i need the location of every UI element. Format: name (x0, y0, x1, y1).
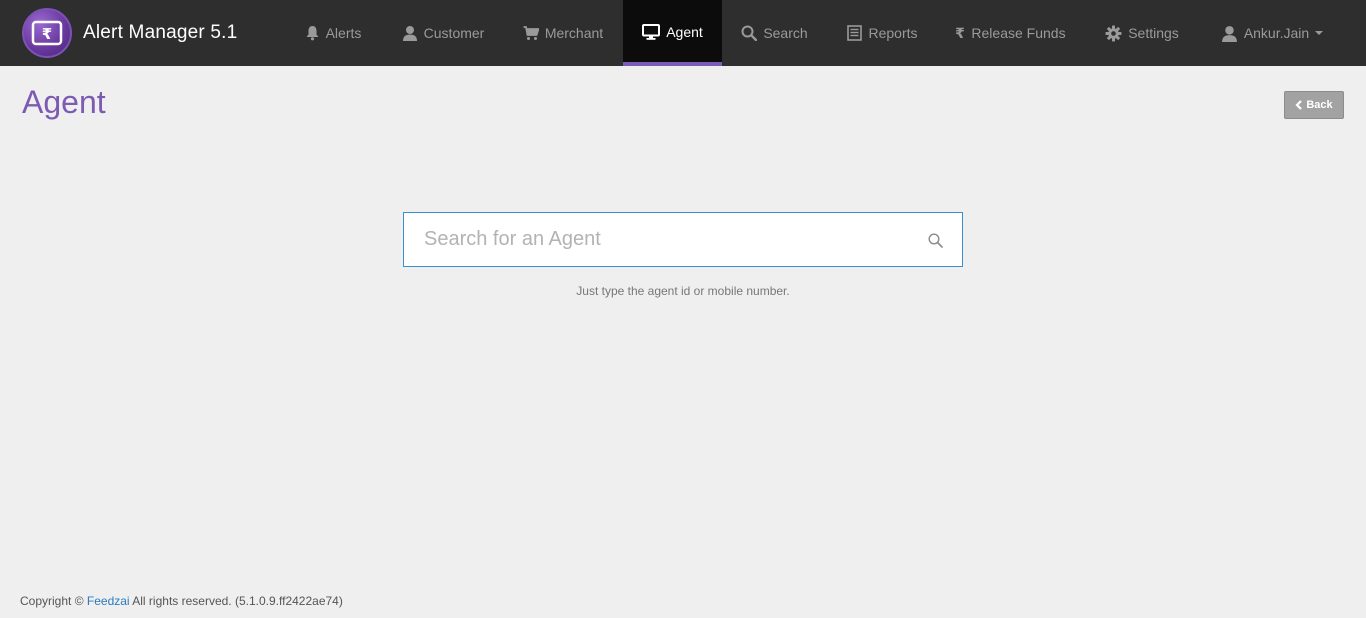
nav-settings[interactable]: Settings (1090, 0, 1194, 66)
nav-agent[interactable]: Agent (623, 0, 722, 66)
nav-search[interactable]: Search (727, 0, 822, 66)
nav-agent-label: Agent (666, 23, 703, 40)
user-icon (402, 26, 417, 41)
user-name: Ankur.Jain (1243, 25, 1310, 41)
user-menu[interactable]: Ankur.Jain (1206, 0, 1338, 66)
back-button[interactable]: Back (1284, 91, 1344, 119)
gear-icon (1105, 25, 1122, 41)
nav-merchant-label: Merchant (544, 25, 604, 41)
search-icon (741, 25, 758, 41)
footer-rights: All rights reserved. (5.1.0.9.ff2422ae74… (132, 594, 343, 608)
page-title: Agent (22, 84, 106, 120)
cart-icon (523, 26, 539, 40)
nav-release-funds-label: Release Funds (971, 25, 1066, 41)
nav-customer[interactable]: Customer (386, 0, 500, 66)
user-icon (1221, 25, 1237, 42)
chevron-left-icon (1295, 100, 1303, 110)
brand[interactable]: ₹ Alert Manager 5.1 (22, 8, 237, 58)
nav-reports[interactable]: Reports (834, 0, 931, 66)
agent-search-box (403, 212, 963, 267)
rupee-icon: ₹ (956, 26, 966, 41)
nav-reports-label: Reports (868, 25, 918, 41)
app-logo-icon: ₹ (22, 8, 72, 58)
agent-search-input[interactable] (404, 213, 962, 266)
app-title: Alert Manager 5.1 (83, 22, 238, 43)
nav-search-label: Search (763, 25, 808, 41)
search-hint: Just type the agent id or mobile number. (576, 284, 790, 298)
footer-feedzai-link[interactable]: Feedzai (87, 594, 130, 608)
nav-settings-label: Settings (1128, 25, 1179, 41)
footer: Copyright © Feedzai All rights reserved.… (20, 594, 343, 608)
nav-merchant[interactable]: Merchant (506, 0, 620, 66)
back-button-label: Back (1306, 99, 1333, 111)
nav-customer-label: Customer (423, 25, 485, 41)
top-navbar: ₹ Alert Manager 5.1 Alerts Customer Merc… (0, 0, 1366, 66)
bell-icon (306, 26, 319, 41)
nav-alerts-label: Alerts (325, 25, 362, 41)
search-icon[interactable] (928, 233, 943, 248)
nav-alerts[interactable]: Alerts (286, 0, 380, 66)
svg-text:₹: ₹ (42, 25, 52, 43)
list-icon (847, 25, 863, 41)
caret-down-icon (1315, 31, 1324, 35)
footer-copyright: Copyright © (20, 594, 84, 608)
nav-release-funds[interactable]: ₹ Release Funds (943, 0, 1078, 66)
monitor-icon (642, 23, 661, 40)
svg-text:₹: ₹ (956, 26, 966, 41)
